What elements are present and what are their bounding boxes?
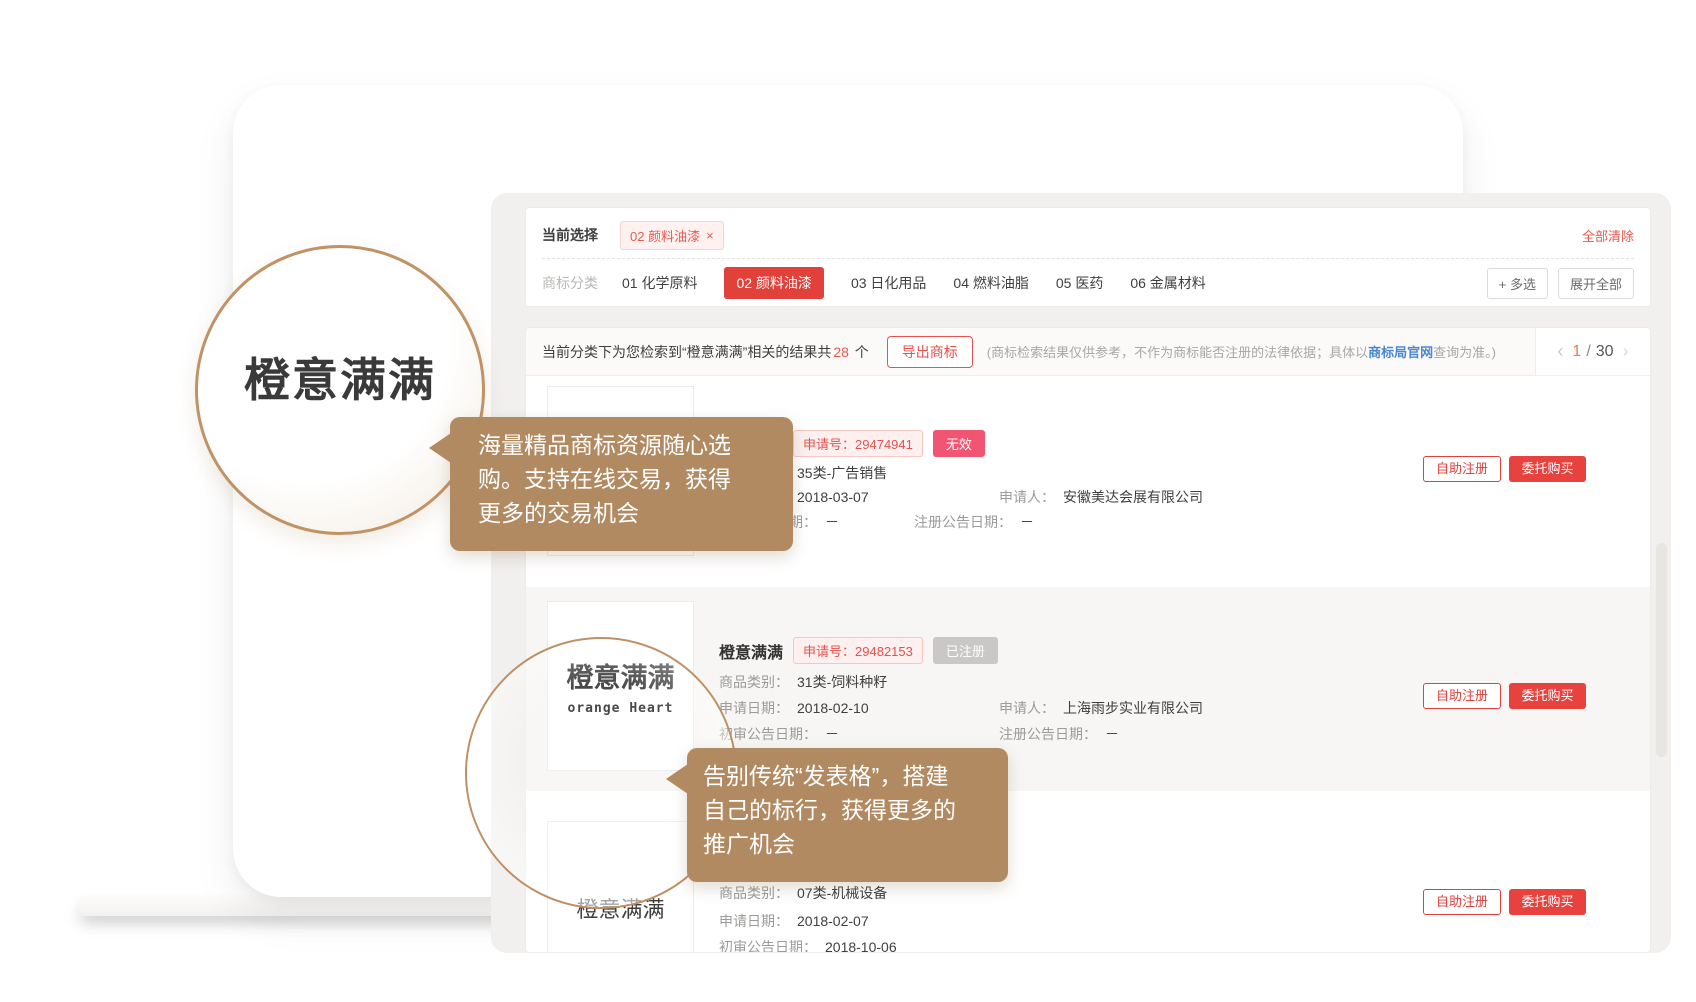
category-field: 商品类别：35类-广告销售 — [719, 463, 1479, 483]
prev-page-icon[interactable]: ‹ — [1557, 341, 1563, 362]
application-number-tag: 申请号：29474941 — [793, 430, 923, 457]
dashed-divider — [542, 258, 1634, 259]
tooltip-text: 告别传统“发表格”，搭建 — [703, 759, 1008, 793]
publication-field: 初审公告日期：2018-10-06 — [719, 937, 1479, 953]
category-06[interactable]: 06 金属材料 — [1130, 273, 1205, 293]
row-actions: 自助注册 委托购买 — [1423, 456, 1586, 482]
tooltip-arrow-icon — [429, 433, 451, 463]
status-badge: 无效 — [933, 430, 985, 457]
tooltip-promotion: 告别传统“发表格”，搭建 自己的标行，获得更多的 推广机会 — [687, 748, 1008, 882]
tooltip-text: 海量精品商标资源随心选 — [478, 428, 793, 462]
pagination: ‹ 1 / 30 › — [1535, 328, 1650, 375]
date-field: 申请日期：2018-02-07 — [719, 911, 1479, 931]
category-row: 商标分类 01 化学原料 02 颜料油漆 03 日化用品 04 燃料油脂 05 … — [542, 266, 1634, 300]
category-01[interactable]: 01 化学原料 — [622, 273, 697, 293]
current-page: 1 — [1572, 343, 1581, 361]
date-applicant-field: 申请日期：2018-03-07 申请人：安徽美达会展有限公司 — [719, 487, 1479, 507]
date-applicant-field: 申请日期：2018-02-10 申请人：上海雨步实业有限公司 — [719, 698, 1479, 718]
application-number-tag: 申请号：29482153 — [793, 637, 923, 664]
self-register-button[interactable]: 自助注册 — [1423, 683, 1501, 709]
chip-close-icon[interactable]: × — [706, 228, 714, 243]
results-count: 28 — [831, 344, 851, 360]
category-label: 商标分类 — [542, 273, 598, 293]
page-separator: / — [1586, 343, 1590, 361]
entrust-buy-button[interactable]: 委托购买 — [1509, 456, 1586, 482]
publication-field: 初审公告日期：－ 注册公告日期：－ — [719, 724, 1479, 744]
current-selection-label: 当前选择 — [542, 225, 598, 245]
magnifier-circle: 橙意满满 — [195, 245, 485, 535]
clear-all-button[interactable]: 全部清除 — [1582, 226, 1634, 245]
category-02-selected[interactable]: 02 颜料油漆 — [724, 267, 823, 299]
category-03[interactable]: 03 日化用品 — [851, 273, 926, 293]
tooltip-text: 购。支持在线交易，获得 — [478, 462, 793, 496]
trademark-name[interactable]: 橙意满满 — [719, 639, 783, 663]
status-badge: 已注册 — [933, 637, 998, 664]
row-actions: 自助注册 委托购买 — [1423, 683, 1586, 709]
results-summary: 当前分类下为您检索到“橙意满满”相关的结果共28 个 — [542, 342, 869, 362]
row-actions: 自助注册 委托购买 — [1423, 889, 1586, 915]
magnified-trademark-text: 橙意满满 — [244, 344, 436, 532]
selected-filter-chip-label: 02 颜料油漆 — [630, 226, 700, 245]
tooltip-arrow-icon — [666, 764, 688, 794]
multi-select-button[interactable]: + 多选 — [1487, 268, 1548, 299]
publication-field: 初审公告日期：－ 注册公告日期：－ — [719, 512, 1479, 532]
category-05[interactable]: 05 医药 — [1056, 273, 1103, 293]
expand-all-button[interactable]: 展开全部 — [1558, 268, 1634, 299]
current-selection-row: 当前选择 02 颜料油漆 × 全部清除 — [542, 218, 1634, 252]
next-page-icon[interactable]: › — [1623, 341, 1629, 362]
self-register-button[interactable]: 自助注册 — [1423, 456, 1501, 482]
row-title-line: 橙意满满 申请号：29482153 已注册 — [719, 637, 998, 664]
results-disclaimer: (商标检索结果仅供参考，不作为商标能否注册的法律依据；具体以商标局官网查询为准。… — [987, 342, 1496, 361]
entrust-buy-button[interactable]: 委托购买 — [1509, 683, 1586, 709]
tooltip-text: 自己的标行，获得更多的 — [703, 793, 1008, 827]
tooltip-text: 更多的交易机会 — [478, 496, 793, 530]
self-register-button[interactable]: 自助注册 — [1423, 889, 1501, 915]
tooltip-marketplace: 海量精品商标资源随心选 购。支持在线交易，获得 更多的交易机会 — [450, 417, 793, 551]
export-trademark-button[interactable]: 导出商标 — [887, 336, 973, 368]
trademark-office-link[interactable]: 商标局官网 — [1368, 345, 1433, 360]
selected-filter-chip[interactable]: 02 颜料油漆 × — [620, 221, 724, 250]
filter-panel: 当前选择 02 颜料油漆 × 全部清除 商标分类 01 化学原料 02 颜料油漆… — [525, 207, 1651, 307]
results-header: 当前分类下为您检索到“橙意满满”相关的结果共28 个 导出商标 (商标检索结果仅… — [526, 328, 1650, 376]
category-04[interactable]: 04 燃料油脂 — [953, 273, 1028, 293]
scrollbar-thumb[interactable] — [1656, 543, 1667, 757]
total-pages: 30 — [1596, 343, 1614, 361]
category-field: 商品类别：07类-机械设备 — [719, 883, 1479, 903]
entrust-buy-button[interactable]: 委托购买 — [1509, 889, 1586, 915]
category-field: 商品类别：31类-饲料种籽 — [719, 672, 1479, 692]
page: 当前选择 02 颜料油漆 × 全部清除 商标分类 01 化学原料 02 颜料油漆… — [0, 0, 1696, 1002]
tooltip-text: 推广机会 — [703, 827, 1008, 861]
